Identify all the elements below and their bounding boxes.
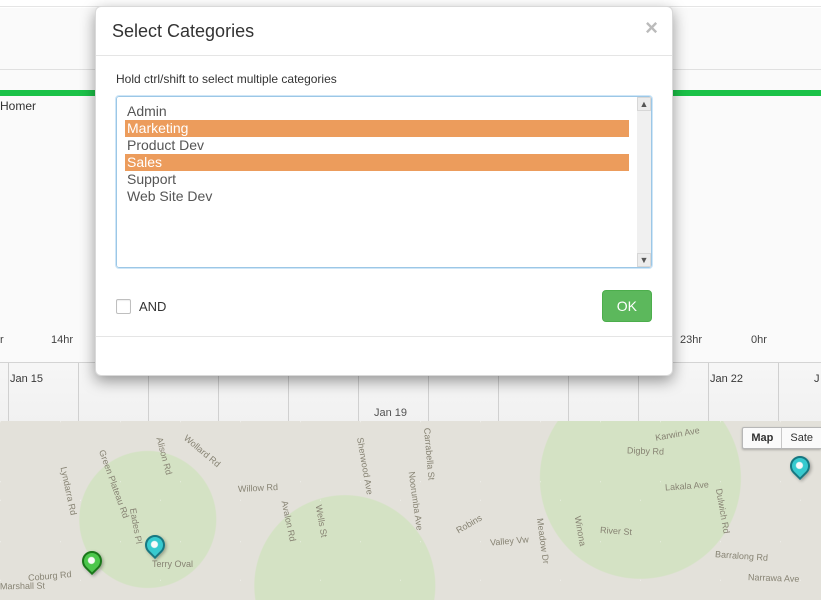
and-checkbox[interactable] — [116, 299, 131, 314]
category-option[interactable]: Marketing — [125, 120, 629, 137]
modal-header: Select Categories × — [96, 7, 672, 56]
category-option[interactable]: Web Site Dev — [125, 188, 629, 205]
select-categories-modal: Select Categories × Hold ctrl/shift to s… — [95, 6, 673, 376]
help-text: Hold ctrl/shift to select multiple categ… — [116, 72, 652, 86]
listbox-scrollbar[interactable]: ▲ ▼ — [637, 97, 651, 267]
category-option[interactable]: Product Dev — [125, 137, 629, 154]
ok-button[interactable]: OK — [602, 290, 652, 322]
scroll-up-icon[interactable]: ▲ — [637, 97, 651, 111]
modal-body: Hold ctrl/shift to select multiple categ… — [96, 56, 672, 336]
scroll-down-icon[interactable]: ▼ — [637, 253, 651, 267]
and-label: AND — [139, 299, 166, 314]
modal-footer — [96, 336, 672, 375]
category-option[interactable]: Admin — [125, 103, 629, 120]
category-option[interactable]: Sales — [125, 154, 629, 171]
categories-listbox[interactable]: AdminMarketingProduct DevSalesSupportWeb… — [116, 96, 652, 268]
category-option[interactable]: Support — [125, 171, 629, 188]
close-icon[interactable]: × — [645, 17, 658, 39]
modal-title: Select Categories — [112, 21, 656, 42]
and-checkbox-group[interactable]: AND — [116, 299, 166, 314]
